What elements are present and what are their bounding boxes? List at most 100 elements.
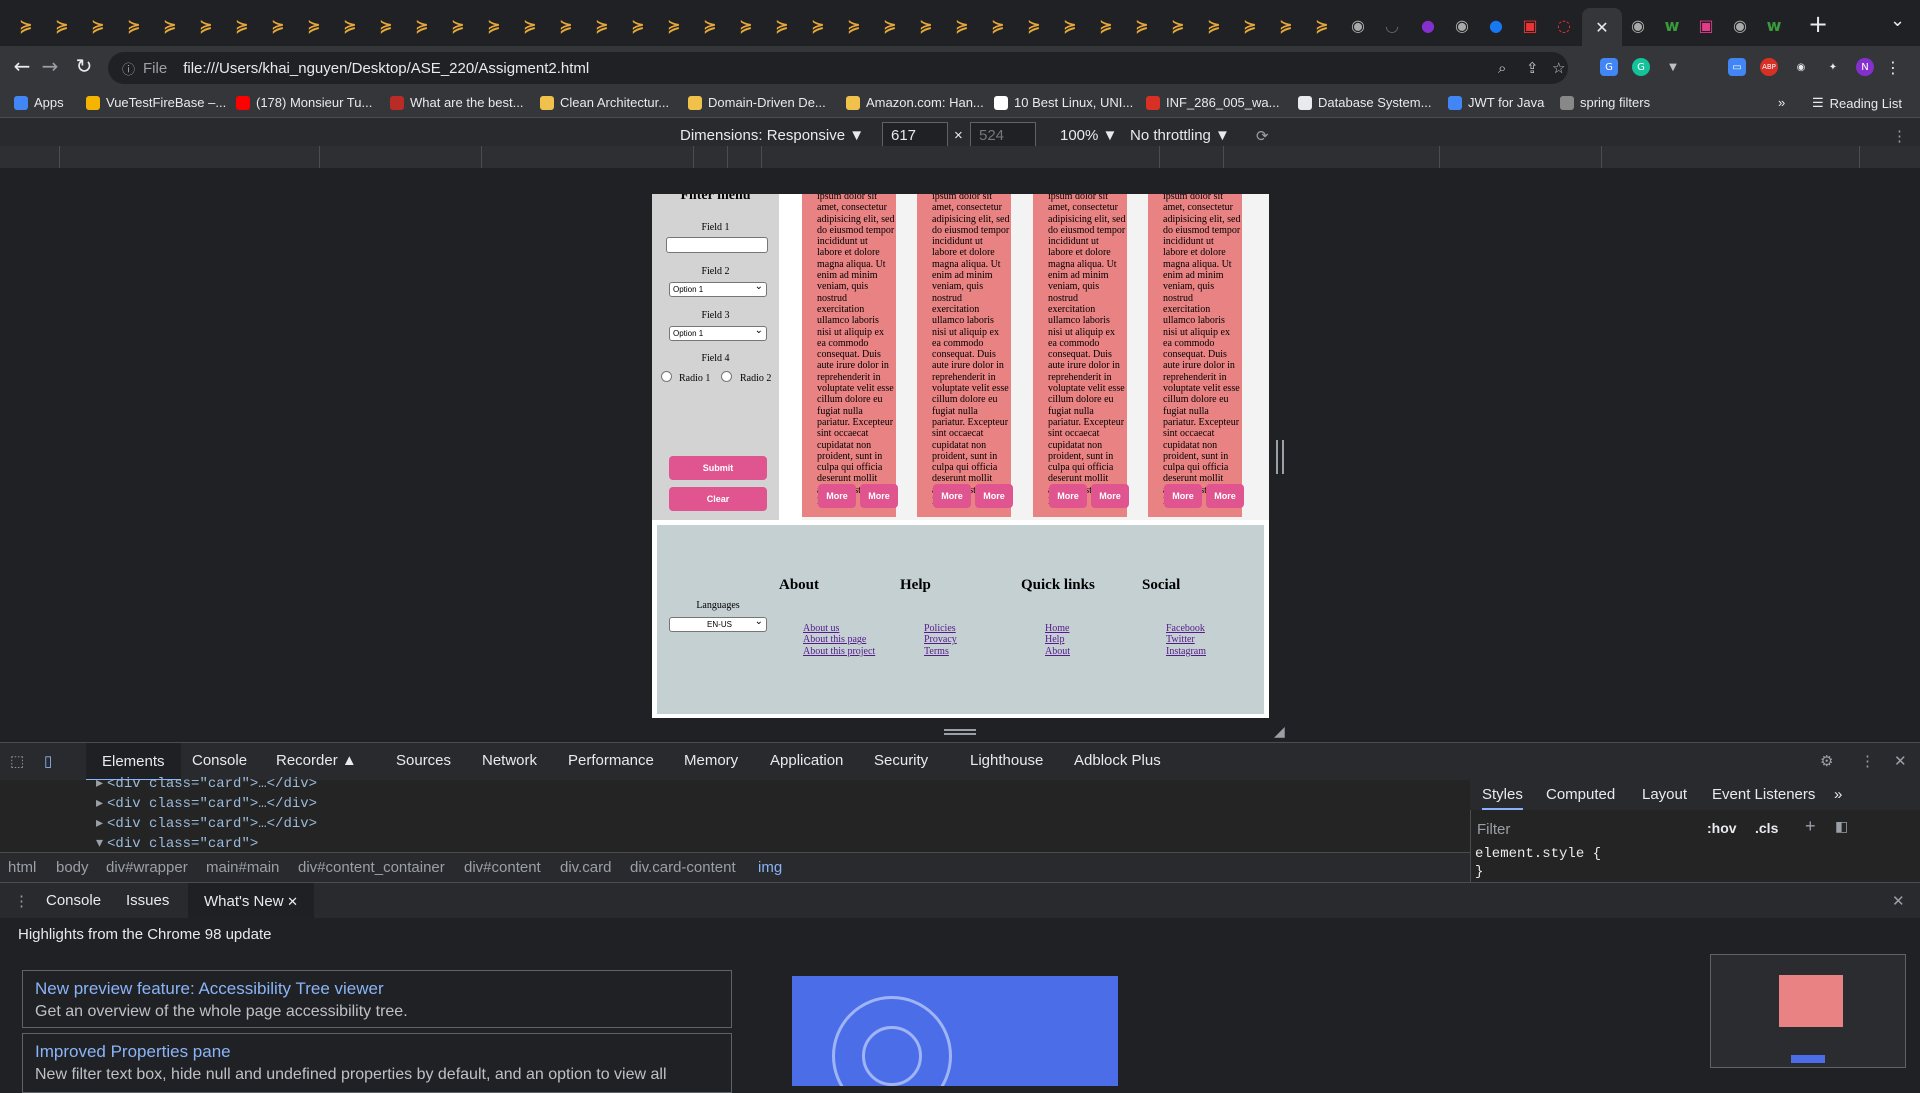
browser-tab[interactable]: ≽ — [1058, 12, 1082, 38]
footer-link[interactable]: Home — [1045, 623, 1070, 634]
breadcrumb-item[interactable]: div.card-content — [630, 859, 736, 876]
browser-tab[interactable]: ≽ — [842, 12, 866, 38]
browser-tab[interactable]: ≽ — [1238, 12, 1262, 38]
media-query-segment[interactable] — [728, 146, 762, 168]
browser-tab[interactable]: ≽ — [338, 12, 362, 38]
browser-tab[interactable]: ≽ — [590, 12, 614, 38]
share-icon[interactable]: ⇪ — [1526, 52, 1539, 84]
media-query-segment[interactable] — [1160, 146, 1224, 168]
devtools-tab[interactable]: Console — [192, 752, 247, 769]
footer-link[interactable]: Twitter — [1166, 634, 1206, 645]
reading-list[interactable]: ☰ Reading List — [1812, 95, 1902, 111]
more-button[interactable]: More — [1049, 484, 1087, 508]
browser-tab[interactable]: ≽ — [50, 12, 74, 38]
drawer-tab[interactable]: What's New ✕ — [188, 883, 315, 921]
browser-tab[interactable]: ≽ — [230, 12, 254, 38]
breadcrumb-item[interactable]: div#wrapper — [106, 859, 188, 876]
resize-handle-right[interactable] — [1276, 440, 1284, 474]
devtools-tab[interactable]: Memory — [684, 752, 738, 769]
footer-link[interactable]: Terms — [924, 646, 957, 657]
bookmark-item[interactable]: Database System... — [1298, 95, 1431, 110]
bookmark-item[interactable]: VueTestFireBase –... — [86, 95, 226, 110]
settings-extension-icon[interactable]: ◉ — [1792, 58, 1810, 76]
whats-new-item-title[interactable]: Improved Properties pane — [35, 1042, 719, 1062]
more-button[interactable]: More — [1091, 484, 1129, 508]
browser-tab[interactable]: ≽ — [302, 12, 326, 38]
browser-tab[interactable]: ≽ — [554, 12, 578, 38]
bookmark-item[interactable]: Amazon.com: Han... — [846, 95, 984, 110]
browser-tab[interactable]: ≽ — [446, 12, 470, 38]
browser-tab[interactable]: ≽ — [770, 12, 794, 38]
breadcrumb-item[interactable]: img — [758, 859, 782, 876]
browser-tab[interactable]: ▣ — [1518, 12, 1542, 38]
profile-avatar[interactable]: N — [1856, 58, 1874, 76]
bookmark-item[interactable]: Apps — [14, 95, 64, 110]
media-query-segment[interactable] — [320, 146, 482, 168]
devtools-tab[interactable]: Adblock Plus — [1074, 752, 1161, 769]
browser-menu-icon[interactable]: ⋮ — [1884, 58, 1902, 77]
media-query-segment[interactable] — [694, 146, 728, 168]
browser-tab[interactable]: ● — [1416, 12, 1440, 38]
breadcrumb-item[interactable]: div.card — [560, 859, 611, 876]
info-icon[interactable]: ⓘ — [122, 59, 135, 78]
devtools-more-icon[interactable]: ⋮ — [1860, 752, 1875, 770]
browser-tab[interactable]: ≽ — [1310, 12, 1334, 38]
bookmark-item[interactable]: Domain-Driven De... — [688, 95, 826, 110]
browser-tab[interactable]: ≽ — [518, 12, 542, 38]
dimensions-dropdown[interactable]: Dimensions: Responsive ▼ — [680, 127, 864, 144]
media-query-segment[interactable] — [0, 146, 60, 168]
translate-extension-icon[interactable]: G — [1600, 58, 1618, 76]
bookmark-item[interactable]: 10 Best Linux, UNI... — [994, 95, 1133, 110]
browser-tab[interactable]: ≽ — [698, 12, 722, 38]
browser-tab[interactable]: ▣ — [1694, 12, 1718, 38]
device-toggle-icon[interactable]: ▯ — [44, 752, 52, 770]
browser-tab[interactable]: ◡ — [1380, 12, 1404, 38]
more-button[interactable]: More — [860, 484, 898, 508]
new-tab-button[interactable]: + — [1808, 10, 1828, 38]
new-rule-icon[interactable]: + — [1805, 816, 1816, 837]
browser-tab[interactable]: ≽ — [914, 12, 938, 38]
styles-tab[interactable]: Computed — [1546, 786, 1615, 803]
drawer-close-icon[interactable]: ✕ — [1892, 892, 1905, 910]
browser-tab[interactable]: ≽ — [194, 12, 218, 38]
screen-extension-icon[interactable]: ▭ — [1728, 58, 1746, 76]
browser-tab[interactable]: ≽ — [806, 12, 830, 38]
media-query-segment[interactable] — [762, 146, 1160, 168]
expand-icon[interactable]: ▸ — [96, 816, 103, 832]
browser-tab[interactable]: ≽ — [878, 12, 902, 38]
media-query-segment[interactable] — [1440, 146, 1602, 168]
media-query-segment[interactable] — [482, 146, 694, 168]
bookmark-item[interactable]: spring filters — [1560, 95, 1650, 110]
active-tab[interactable]: ✕ — [1582, 8, 1622, 46]
browser-tab[interactable]: ≽ — [950, 12, 974, 38]
expand-icon[interactable]: ▸ — [96, 796, 103, 812]
devtools-tab[interactable]: Performance — [568, 752, 654, 769]
dom-row[interactable]: ▾ <div class="card"> — [96, 834, 258, 854]
footer-link[interactable]: Instagram — [1166, 646, 1206, 657]
element-style-rule[interactable]: element.style { — [1475, 846, 1601, 862]
bookmark-item[interactable]: INF_286_005_wa... — [1146, 95, 1279, 110]
browser-tab[interactable]: ≽ — [122, 12, 146, 38]
breadcrumb-item[interactable]: body — [56, 859, 89, 876]
browser-tab[interactable]: ≽ — [410, 12, 434, 38]
collapse-icon[interactable]: ▾ — [96, 836, 103, 852]
more-button[interactable]: More — [933, 484, 971, 508]
bookmark-item[interactable]: Clean Architectur... — [540, 95, 669, 110]
field2-select[interactable]: Option 1 — [669, 280, 767, 297]
browser-tab[interactable]: ≽ — [158, 12, 182, 38]
close-tab-icon[interactable]: ✕ — [1595, 18, 1608, 37]
field3-select[interactable]: Option 1 — [669, 324, 767, 341]
browser-tab[interactable]: ◌ — [1552, 12, 1576, 38]
whats-new-item[interactable]: New preview feature: Accessibility Tree … — [22, 970, 732, 1028]
drawer-menu-icon[interactable]: ⋮ — [14, 892, 29, 910]
forward-icon[interactable]: → — [36, 54, 64, 78]
devtools-tab[interactable]: Sources — [396, 752, 451, 769]
browser-tab[interactable]: ◉ — [1728, 12, 1752, 38]
footer-link[interactable]: About — [1045, 646, 1070, 657]
height-input[interactable] — [970, 122, 1036, 148]
footer-link[interactable]: Policies — [924, 623, 957, 634]
throttling-dropdown[interactable]: No throttling ▼ — [1130, 127, 1230, 144]
whats-new-item-title[interactable]: New preview feature: Accessibility Tree … — [35, 979, 719, 999]
language-select[interactable]: EN-US — [669, 615, 767, 632]
browser-tab[interactable]: ≽ — [734, 12, 758, 38]
